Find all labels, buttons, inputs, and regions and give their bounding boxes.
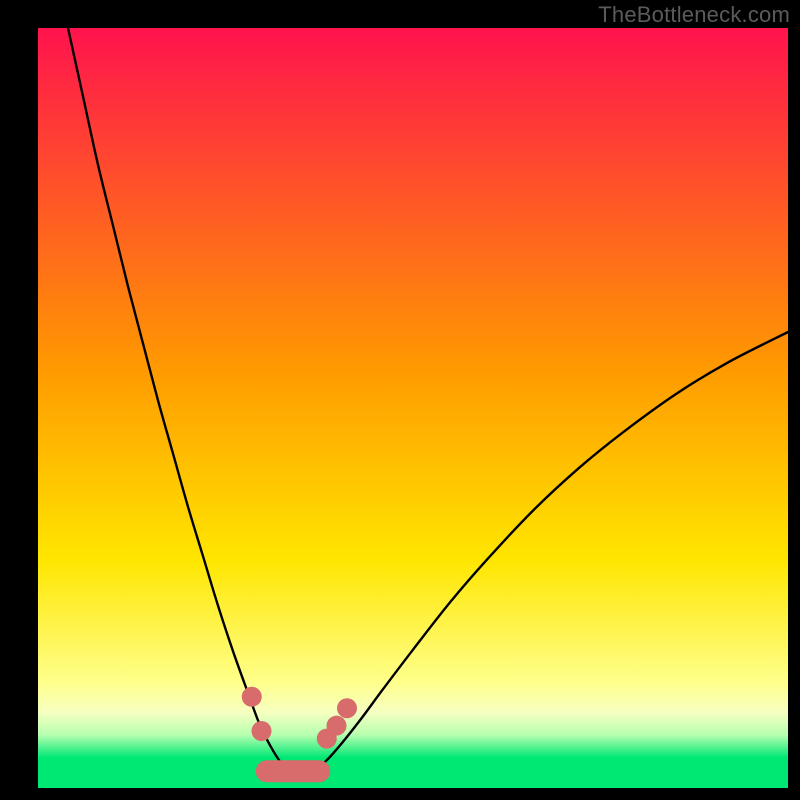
watermark-text: TheBottleneck.com — [598, 2, 790, 28]
dot-left-lower — [252, 721, 272, 741]
dot-left-upper — [242, 687, 262, 707]
bottleneck-chart — [0, 0, 800, 800]
dot-right-3 — [337, 698, 357, 718]
dot-right-2 — [327, 716, 347, 736]
chart-frame: { "watermark": "TheBottleneck.com", "plo… — [0, 0, 800, 800]
plot-background — [38, 28, 788, 788]
